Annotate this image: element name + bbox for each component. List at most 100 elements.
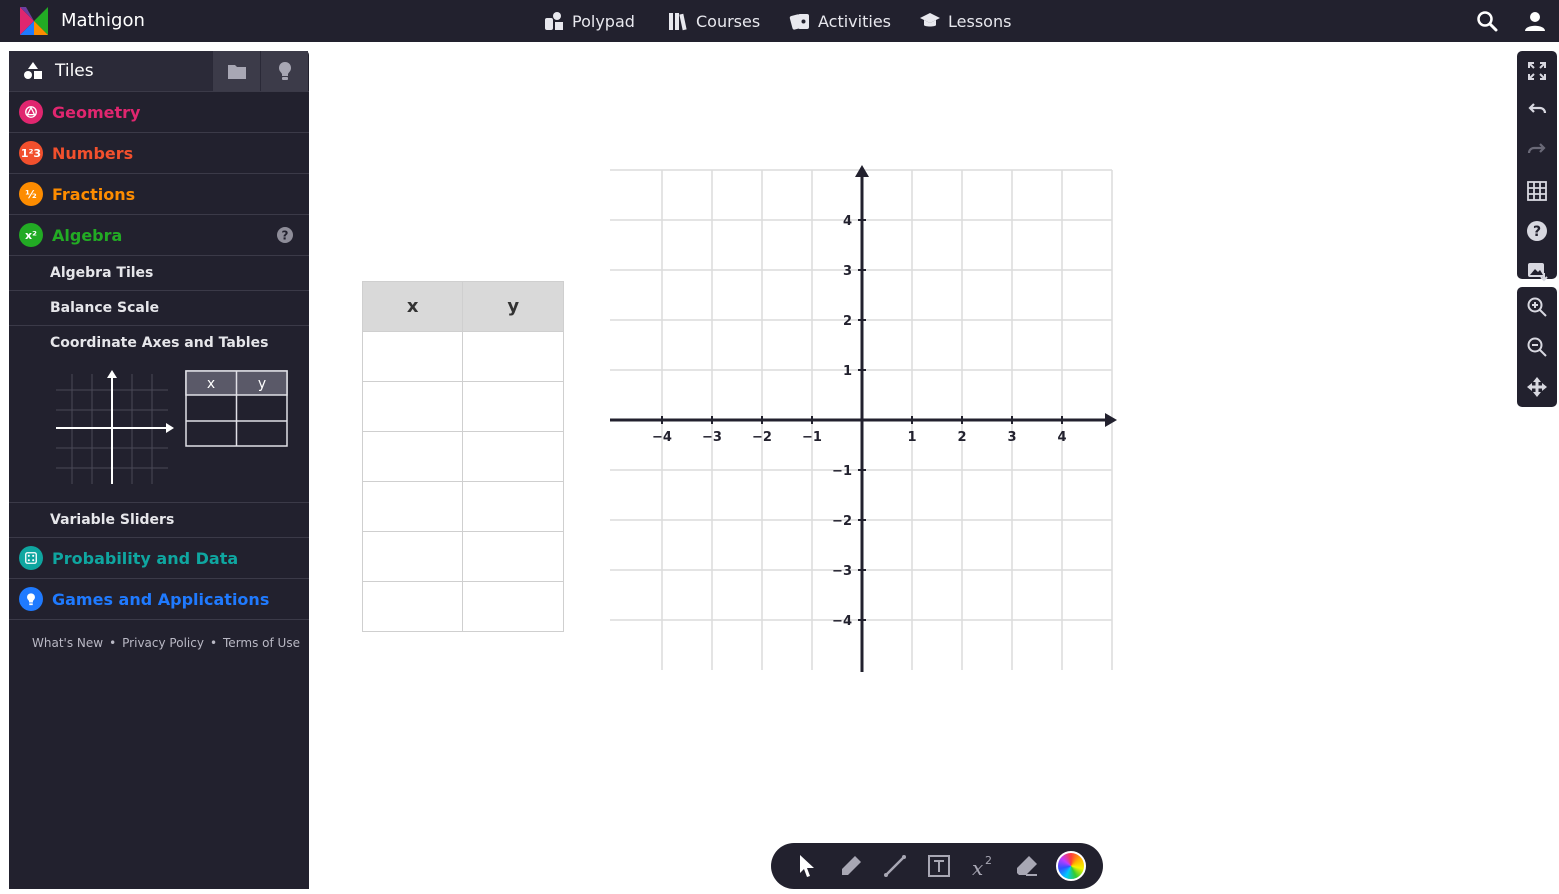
color-wheel-icon	[1056, 851, 1086, 881]
cursor-icon	[800, 855, 814, 877]
preview-x-label: x	[207, 376, 215, 392]
zoom-in-icon	[1527, 297, 1547, 317]
footer-separator: •	[209, 636, 218, 650]
redo-icon	[1527, 143, 1546, 154]
help-icon[interactable]: ?	[276, 226, 294, 244]
mathigon-logo[interactable]	[20, 7, 48, 35]
link-privacy-policy[interactable]: Privacy Policy	[122, 636, 204, 650]
algebra-icon: x²	[19, 223, 43, 247]
category-algebra[interactable]: x² Algebra ?	[9, 215, 309, 256]
svg-text:?: ?	[282, 229, 289, 243]
footer-separator: •	[109, 636, 117, 650]
table-header-x: x	[361, 281, 464, 332]
tab-label: Tiles	[55, 61, 94, 81]
text-tool-button[interactable]	[923, 850, 955, 882]
line-tool-button[interactable]	[879, 850, 911, 882]
grid-button[interactable]	[1517, 171, 1557, 211]
cell-x[interactable]	[361, 531, 464, 582]
zoom-in-button[interactable]	[1517, 287, 1557, 327]
cell-x[interactable]	[361, 381, 464, 432]
pan-button[interactable]	[1517, 367, 1557, 407]
x-tick-label: 1	[907, 430, 916, 445]
cell-y[interactable]	[462, 581, 564, 632]
x-tick-label: 2	[957, 430, 966, 445]
image-download-icon	[1528, 263, 1548, 282]
category-geometry[interactable]: Geometry	[9, 92, 309, 133]
cell-y[interactable]	[462, 331, 564, 382]
undo-icon	[1528, 103, 1547, 114]
tab-ideas[interactable]	[260, 51, 308, 91]
table-row	[361, 531, 564, 582]
eraser-icon	[1017, 856, 1037, 876]
equation-icon: x2	[972, 854, 992, 879]
eraser-tool-button[interactable]	[1011, 850, 1043, 882]
user-account-icon[interactable]	[1523, 9, 1547, 33]
geometry-icon	[19, 100, 43, 124]
cell-x[interactable]	[361, 481, 464, 532]
cell-y[interactable]	[462, 531, 564, 582]
equation-tool-button[interactable]: x2	[967, 850, 999, 882]
cell-y[interactable]	[462, 381, 564, 432]
category-numbers[interactable]: 1²3 Numbers	[9, 133, 309, 174]
item-variable-sliders[interactable]: Variable Sliders	[9, 503, 309, 538]
sidebar-footer: What's New • Privacy Policy • Terms of U…	[9, 620, 309, 650]
color-picker-button[interactable]	[1055, 850, 1087, 882]
category-games-and-applications[interactable]: Games and Applications	[9, 579, 309, 620]
tab-tiles[interactable]: Tiles	[9, 51, 212, 91]
svg-text:?: ?	[1533, 224, 1541, 240]
redo-button[interactable]	[1517, 131, 1557, 171]
undo-button[interactable]	[1517, 91, 1557, 131]
select-tool-button[interactable]	[791, 850, 823, 882]
xy-table[interactable]: x y	[361, 281, 564, 632]
nav-polypad[interactable]: Polypad	[543, 10, 635, 32]
help-icon: ?	[1527, 221, 1547, 241]
x-tick-label: −2	[752, 430, 772, 445]
nav-lessons[interactable]: Lessons	[919, 10, 1011, 32]
pen-tool-button[interactable]	[835, 850, 867, 882]
cell-x[interactable]	[361, 331, 464, 382]
category-label: Numbers	[52, 143, 134, 163]
cards-icon	[789, 14, 809, 30]
export-image-button[interactable]	[1517, 251, 1557, 291]
item-algebra-tiles[interactable]: Algebra Tiles	[9, 256, 309, 291]
text-box-icon	[928, 855, 950, 877]
books-icon	[669, 13, 687, 31]
nav-label: Courses	[696, 11, 761, 31]
cell-y[interactable]	[462, 431, 564, 482]
category-fractions[interactable]: ½ Fractions	[9, 174, 309, 215]
coordinate-axes[interactable]: −4 −3 −2 −1 1 2 3 4 4 3 2 1 −1 −2 −3 −4	[600, 160, 1125, 680]
lightbulb-icon	[278, 62, 291, 80]
nav-label: Lessons	[948, 11, 1012, 31]
x-tick-label: −4	[652, 430, 672, 445]
tab-folder[interactable]	[212, 51, 260, 91]
cell-y[interactable]	[462, 481, 564, 532]
lightbulb-icon	[19, 587, 43, 611]
link-terms-of-use[interactable]: Terms of Use	[223, 636, 300, 650]
link-whats-new[interactable]: What's New	[32, 636, 103, 650]
y-tick-label: 3	[843, 264, 852, 279]
nav-activities[interactable]: Activities	[789, 10, 891, 32]
nav-label: Polypad	[572, 11, 635, 31]
top-navigation-bar: Mathigon Polypad Courses Activities Less…	[0, 0, 1559, 42]
cell-x[interactable]	[361, 431, 464, 482]
coordinate-axes-tile[interactable]	[54, 370, 176, 488]
fullscreen-button[interactable]	[1517, 51, 1557, 91]
brand-name[interactable]: Mathigon	[61, 10, 145, 31]
xy-table-tile[interactable]: x y	[185, 370, 289, 448]
table-row	[361, 331, 564, 382]
polypad-icon	[545, 12, 563, 30]
search-icon[interactable]	[1475, 9, 1499, 33]
y-tick-label: 1	[843, 364, 852, 379]
table-row	[361, 481, 564, 532]
dice-icon	[19, 546, 43, 570]
cell-x[interactable]	[361, 581, 464, 632]
help-button[interactable]: ?	[1517, 211, 1557, 251]
y-tick-label: −3	[832, 564, 852, 579]
shapes-icon	[24, 62, 42, 79]
nav-courses[interactable]: Courses	[667, 10, 760, 32]
item-balance-scale[interactable]: Balance Scale	[9, 291, 309, 326]
x-tick-label: −3	[702, 430, 722, 445]
item-coordinate-axes-and-tables: Coordinate Axes and Tables x y	[9, 326, 309, 503]
category-probability-and-data[interactable]: Probability and Data	[9, 538, 309, 579]
zoom-out-button[interactable]	[1517, 327, 1557, 367]
